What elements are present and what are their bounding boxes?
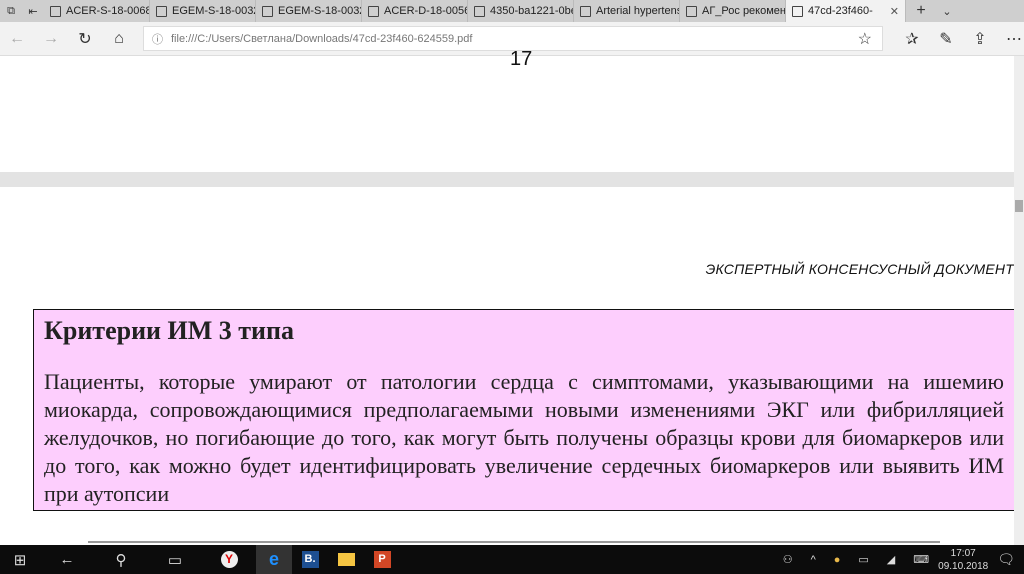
tab[interactable]: Arterial hypertens <box>574 0 680 22</box>
pdf-icon <box>580 5 591 17</box>
tab[interactable]: EGEM-S-18-0032 <box>256 0 362 22</box>
notifications-icon[interactable]: 🗨 <box>997 551 1015 568</box>
pdf-icon <box>792 5 803 17</box>
close-tab-icon[interactable]: ✕ <box>890 5 899 18</box>
keyboard-icon[interactable]: ⌨ <box>913 553 929 566</box>
search-icon[interactable]: ⚲ <box>94 545 148 574</box>
new-tab-button[interactable]: + <box>906 2 936 20</box>
wifi-icon[interactable]: ◢ <box>887 553 895 566</box>
chevron-up-icon[interactable]: ^ <box>811 554 816 566</box>
chevron-down-icon[interactable]: ⌄ <box>936 5 958 18</box>
back-button[interactable]: ← <box>0 30 34 48</box>
system-tray: ⚇ ^ ● ▭ ◢ ⌨ 17:07 09.10.2018 🗨 <box>774 545 1024 574</box>
booking-icon[interactable]: B. <box>292 545 328 574</box>
taskbar: ⊞ ← ⚲ ▭ Y e B. P ⚇ ^ ● ▭ ◢ ⌨ 17:07 09.10.… <box>0 545 1024 574</box>
windows-start-icon[interactable]: ⊞ <box>0 545 40 574</box>
pdf-icon <box>474 5 485 17</box>
battery-icon[interactable]: ▭ <box>858 553 868 566</box>
tab[interactable]: ACER-D-18-0056 <box>362 0 468 22</box>
pdf-viewer: 17 ЭКСПЕРТНЫЙ КОНСЕНСУСНЫЙ ДОКУМЕНТ Крит… <box>0 48 1014 545</box>
share-icon[interactable]: ⇪ <box>963 29 997 49</box>
pdf-icon <box>368 5 379 17</box>
people-icon[interactable]: ⚇ <box>783 553 793 566</box>
tab[interactable]: EGEM-S-18-0032 <box>150 0 256 22</box>
tab-bar: ⧉ ⇤ ACER-S-18-00689 EGEM-S-18-0032 EGEM-… <box>0 0 1024 22</box>
scrollbar-thumb[interactable] <box>1015 200 1023 212</box>
page-number: 17 <box>510 48 533 70</box>
tab-label: АГ_Рос рекомен <box>702 5 786 17</box>
file-explorer-icon[interactable] <box>328 545 364 574</box>
tab[interactable]: 4350-ba1221-0be <box>468 0 574 22</box>
running-header: ЭКСПЕРТНЫЙ КОНСЕНСУСНЫЙ ДОКУМЕНТ <box>705 261 1014 277</box>
tab-label: EGEM-S-18-0032 <box>172 5 256 17</box>
criteria-box: Критерии ИМ 3 типа Пациенты, которые уми… <box>33 309 1014 511</box>
app-tray-icon[interactable]: ● <box>834 554 841 566</box>
scrollbar[interactable] <box>1014 56 1024 545</box>
box-title: Критерии ИМ 3 типа <box>44 316 295 345</box>
date: 09.10.2018 <box>938 560 989 572</box>
tab-label: 47cd-23f460- <box>808 5 873 17</box>
edge-icon[interactable]: e <box>256 545 292 574</box>
tab-preview-icon[interactable]: ⧉ <box>0 5 22 18</box>
tab[interactable]: АГ_Рос рекомен <box>680 0 786 22</box>
tab-label: 4350-ba1221-0be <box>490 5 574 17</box>
time: 17:07 <box>950 547 976 559</box>
pdf-icon <box>156 5 167 17</box>
favorite-star-icon[interactable]: ☆ <box>858 29 872 49</box>
forward-button[interactable]: → <box>34 30 68 48</box>
window-icon <box>262 5 273 17</box>
home-button[interactable]: ⌂ <box>102 30 136 48</box>
tab-label: ACER-D-18-0056 <box>384 5 468 17</box>
tab-label: ACER-S-18-00689 <box>66 5 150 17</box>
back-icon[interactable]: ← <box>40 545 94 574</box>
tab[interactable]: ACER-S-18-00689 <box>44 0 150 22</box>
url-text: file:///C:/Users/Светлана/Downloads/47cd… <box>171 32 473 45</box>
pdf-icon <box>50 5 61 17</box>
refresh-button[interactable]: ↻ <box>68 29 102 49</box>
clock[interactable]: 17:07 09.10.2018 <box>938 547 988 573</box>
page-gap <box>0 172 1014 187</box>
more-icon[interactable]: ⋯ <box>997 29 1024 49</box>
tab-label: Arterial hypertens <box>596 5 680 17</box>
info-icon[interactable]: ⓘ <box>152 31 163 47</box>
tab-label: EGEM-S-18-0032 <box>278 5 362 17</box>
yandex-browser-icon[interactable]: Y <box>202 545 256 574</box>
tab-active[interactable]: 47cd-23f460- ✕ <box>786 0 906 22</box>
set-aside-tabs-icon[interactable]: ⇤ <box>22 5 44 18</box>
box-text: Пациенты, которые умирают от патологии с… <box>44 369 1004 506</box>
task-view-icon[interactable]: ▭ <box>148 545 202 574</box>
favorites-list-icon[interactable]: ✰ <box>895 29 929 49</box>
pdf-icon <box>686 5 697 17</box>
divider <box>88 541 940 543</box>
powerpoint-icon[interactable]: P <box>364 545 400 574</box>
pen-icon[interactable]: ✎ <box>929 29 963 49</box>
